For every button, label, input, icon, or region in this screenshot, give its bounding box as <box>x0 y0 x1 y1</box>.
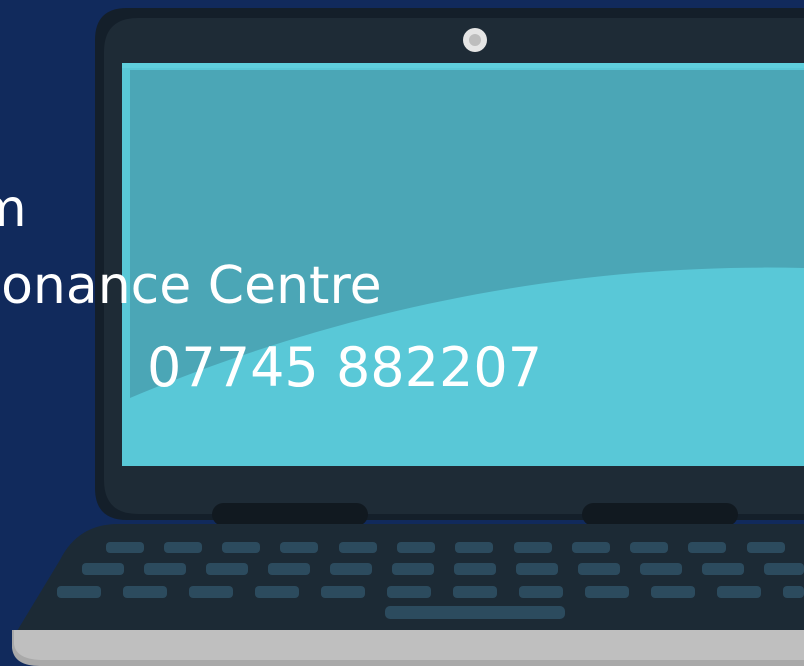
phone-number-text: 07745 882207 <box>147 336 543 399</box>
hinge-right <box>582 503 738 526</box>
webcam-icon <box>463 28 487 52</box>
page-stage: m sonance Centre 07745 882207 <box>0 0 804 666</box>
keyboard-deck <box>14 524 804 636</box>
hinge-left <box>212 503 368 526</box>
overlay-text-line-1: m <box>0 179 27 239</box>
overlay-text-line-2: sonance Centre <box>0 256 382 316</box>
laptop-base <box>14 630 804 660</box>
laptop-illustration <box>12 8 804 666</box>
screen-top-highlight <box>122 63 804 68</box>
